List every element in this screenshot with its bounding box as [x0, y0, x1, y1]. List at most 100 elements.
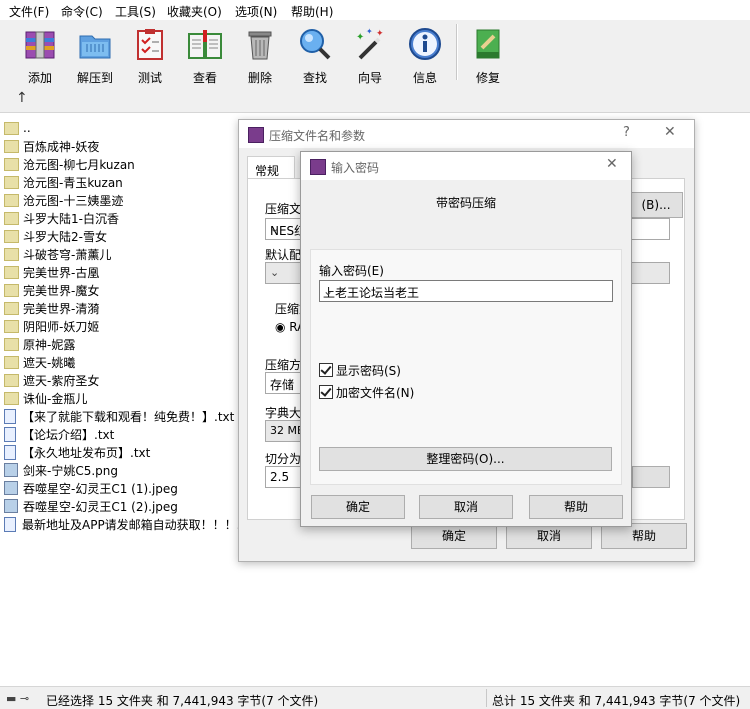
- checkbox-checked-icon: [319, 363, 333, 377]
- test-button[interactable]: 测试: [125, 24, 175, 85]
- help-question-icon[interactable]: ?: [623, 125, 630, 140]
- folder-icon: [4, 157, 19, 171]
- tab-general[interactable]: 常规: [247, 156, 295, 179]
- file-name: 最新地址及APP请发邮箱自动获取！！！.: [22, 517, 241, 532]
- file-name: 【永久地址发布页】.txt: [22, 445, 151, 460]
- file-row[interactable]: 完美世界-清漪: [4, 299, 99, 317]
- file-row[interactable]: 斗破苍穹-萧薰儿: [4, 245, 111, 263]
- extract-folder-icon: [79, 35, 111, 59]
- folder-icon: [4, 319, 19, 333]
- file-row[interactable]: 完美世界-魔女: [4, 281, 99, 299]
- menu-file[interactable]: 文件(F): [9, 3, 49, 20]
- file-row[interactable]: 遮天-姚曦: [4, 353, 75, 371]
- file-name: 诛仙-金瓶儿: [23, 391, 88, 406]
- key-drive-icon: ▬ ⊸: [6, 692, 30, 705]
- method-label: 压缩方: [265, 358, 302, 372]
- file-name: 吞噬星空-幻灵王C1 (1).jpeg: [23, 481, 178, 496]
- help-button[interactable]: 帮助: [529, 495, 623, 519]
- file-row[interactable]: 沧元图-青玉kuzan: [4, 173, 123, 191]
- find-button[interactable]: 查找: [290, 24, 340, 85]
- folder-icon: [4, 373, 19, 387]
- password-input[interactable]: 上老王论坛当老王 ⌄: [319, 280, 613, 302]
- dialog1-close-icon[interactable]: ✕: [664, 124, 676, 140]
- folder-icon: [4, 283, 19, 297]
- dictionary-label: 字典大: [265, 406, 302, 420]
- file-row[interactable]: 吞噬星空-幻灵王C1 (1).jpeg: [4, 479, 178, 497]
- view-button[interactable]: 查看: [180, 24, 230, 85]
- test-clipboard-icon: [137, 29, 163, 60]
- archive-name-label: 压缩文: [265, 202, 302, 216]
- file-row[interactable]: 吞噬星空-幻灵王C1 (2).jpeg: [4, 497, 178, 515]
- text-file-icon: [4, 426, 16, 442]
- menu-tools[interactable]: 工具(S): [115, 3, 156, 20]
- cancel-button[interactable]: 取消: [419, 495, 513, 519]
- show-password-checkbox[interactable]: 显示密码(S): [319, 362, 401, 378]
- show-password-label: 显示密码(S): [336, 363, 401, 378]
- image-file-icon: [4, 481, 18, 495]
- delete-label: 删除: [247, 71, 272, 85]
- svg-text:✦: ✦: [356, 32, 364, 43]
- find-label: 查找: [302, 71, 327, 85]
- info-label: 信息: [412, 71, 437, 85]
- file-row[interactable]: 【来了就能下载和观看！纯免费！】.txt: [4, 407, 234, 425]
- repair-button[interactable]: 修复: [463, 24, 513, 85]
- file-row[interactable]: 斗罗大陆1-白沉香: [4, 209, 119, 227]
- folder-icon: [4, 121, 19, 135]
- image-file-icon: [4, 499, 18, 513]
- trash-icon: [248, 31, 272, 60]
- file-name: 沧元图-柳七月kuzan: [23, 157, 135, 172]
- up-arrow-icon[interactable]: ↑: [16, 90, 28, 106]
- file-row[interactable]: 沧元图-柳七月kuzan: [4, 155, 135, 173]
- split-units-select[interactable]: [632, 466, 670, 488]
- browse-button[interactable]: (B)...: [629, 192, 683, 218]
- image-file-icon: [4, 463, 18, 477]
- organize-passwords-button[interactable]: 整理密码(O)...: [319, 447, 612, 471]
- file-row[interactable]: 阴阳师-妖刀姬: [4, 317, 99, 335]
- file-name: 斗罗大陆2-雪女: [23, 229, 107, 244]
- file-row[interactable]: 百炼成神-妖夜: [4, 137, 99, 155]
- dialog2-close-icon[interactable]: ✕: [606, 156, 618, 172]
- profile-label: 默认配: [265, 248, 302, 262]
- file-row[interactable]: 最新地址及APP请发邮箱自动获取！！！.: [4, 515, 241, 533]
- file-name: 原神-妮露: [23, 337, 76, 352]
- file-row[interactable]: 沧元图-十三姨墨迹: [4, 191, 123, 209]
- file-row[interactable]: 原神-妮露: [4, 335, 75, 353]
- file-row[interactable]: ..: [4, 119, 31, 137]
- info-button[interactable]: 信息: [400, 24, 450, 85]
- file-name: 剑来-宁姚C5.png: [23, 463, 118, 478]
- file-row[interactable]: 剑来-宁姚C5.png: [4, 461, 118, 479]
- test-label: 测试: [137, 71, 162, 85]
- file-name: 斗罗大陆1-白沉香: [23, 211, 119, 226]
- menu-favorites[interactable]: 收藏夹(O): [167, 3, 222, 20]
- add-button[interactable]: 添加: [15, 24, 65, 85]
- ok-button[interactable]: 确定: [311, 495, 405, 519]
- menu-options[interactable]: 选项(N): [235, 3, 277, 20]
- file-name: 吞噬星空-幻灵王C1 (2).jpeg: [23, 499, 178, 514]
- file-row[interactable]: 诛仙-金瓶儿: [4, 389, 87, 407]
- wizard-label: 向导: [357, 71, 382, 85]
- dialog2-title: 输入密码: [331, 161, 380, 175]
- add-archive-icon: [25, 31, 55, 59]
- folder-icon: [4, 211, 19, 225]
- menu-command[interactable]: 命令(C): [61, 3, 103, 20]
- encrypt-filenames-checkbox[interactable]: 加密文件名(N): [319, 384, 414, 400]
- file-row[interactable]: 完美世界-古凰: [4, 263, 99, 281]
- delete-button[interactable]: 删除: [235, 24, 285, 85]
- extract-button[interactable]: 解压到: [70, 24, 120, 85]
- wizard-button[interactable]: ✦ ✦ ✦ 向导: [345, 24, 395, 85]
- menu-help[interactable]: 帮助(H): [291, 3, 333, 20]
- svg-text:✦: ✦: [366, 27, 373, 36]
- toolbar-separator: [456, 24, 458, 80]
- file-row[interactable]: 【永久地址发布页】.txt: [4, 443, 150, 461]
- file-name: 百炼成神-妖夜: [23, 139, 100, 154]
- winrar-icon: [248, 127, 264, 143]
- folder-icon: [4, 301, 19, 315]
- password-label: 输入密码(E): [319, 264, 384, 278]
- status-total: 总计 15 文件夹 和 7,441,943 字节(7 个文件): [492, 694, 741, 708]
- file-row[interactable]: 【论坛介绍】.txt: [4, 425, 114, 443]
- password-dialog: 输入密码 ✕ 带密码压缩 输入密码(E) 上老王论坛当老王 ⌄ 显示密码(S) …: [300, 151, 632, 527]
- file-row[interactable]: 遮天-紫府圣女: [4, 371, 99, 389]
- file-name: 沧元图-青玉kuzan: [23, 175, 123, 190]
- dialog2-titlebar: 输入密码 ✕: [301, 152, 631, 180]
- file-row[interactable]: 斗罗大陆2-雪女: [4, 227, 107, 245]
